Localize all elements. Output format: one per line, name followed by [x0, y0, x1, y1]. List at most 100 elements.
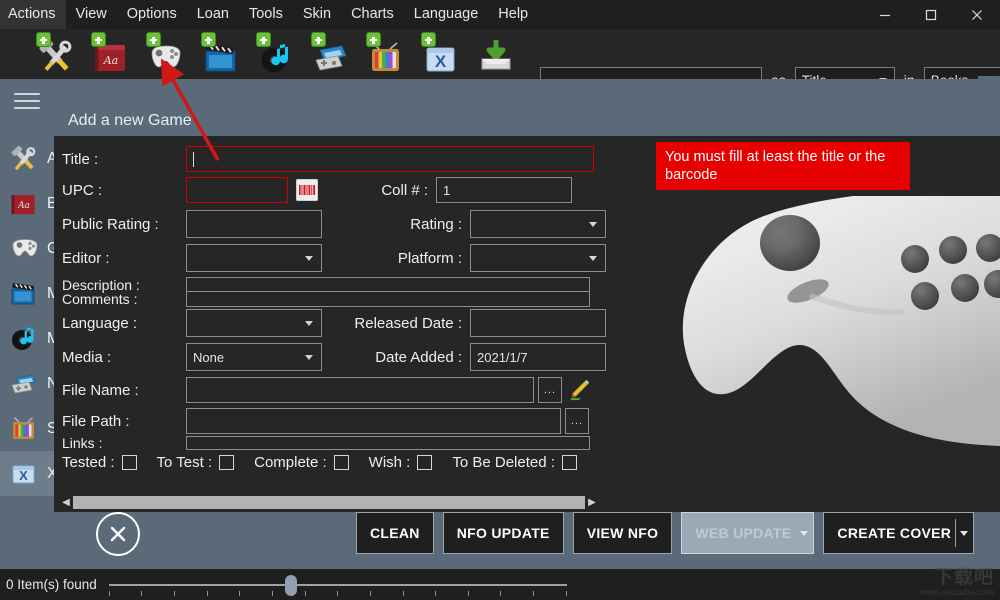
menu-item-view[interactable]: View — [66, 0, 117, 29]
chevron-down-icon — [960, 531, 969, 536]
toolbar-add-music-button[interactable] — [254, 31, 298, 75]
view-nfo-button[interactable]: VIEW NFO — [572, 512, 673, 554]
platform-dropdown[interactable] — [470, 244, 606, 272]
editor-dropdown[interactable] — [186, 244, 322, 272]
file-path-label: File Path : — [62, 412, 130, 430]
checkbox-to-be-deleted[interactable]: To Be Deleted : — [452, 454, 577, 471]
scroll-right-icon[interactable]: ▶ — [585, 495, 599, 510]
dialog-body: Title : UPC : Coll #: 1 Public Rating:… — [54, 136, 1000, 512]
toolbar-add-movie-button[interactable] — [199, 31, 243, 75]
toolbar-icon-group: Aa X — [34, 31, 518, 75]
close-circle-icon — [110, 526, 126, 542]
minimize-button[interactable] — [862, 0, 908, 29]
file-path-input[interactable] — [186, 408, 561, 434]
create-cover-button[interactable]: CREATE COVER — [823, 512, 975, 554]
flags-row: Tested : To Test : Complete : Wish : To … — [62, 454, 577, 471]
checkbox-label: To Test : — [156, 454, 213, 471]
checkbox-box[interactable] — [219, 455, 235, 470]
plus-badge-icon — [421, 32, 436, 47]
file-name-browse-button[interactable]: ... — [538, 377, 562, 403]
menu-item-language[interactable]: Language — [404, 0, 489, 29]
rating-dropdown[interactable] — [470, 210, 606, 238]
checkbox-box[interactable] — [121, 455, 137, 470]
slider-thumb[interactable] — [284, 574, 297, 596]
clean-button[interactable]: CLEAN — [356, 512, 434, 554]
application-window: Actions View Options Loan Tools Skin Cha… — [0, 0, 1000, 600]
toolbar-import-button[interactable] — [474, 31, 518, 75]
toolbar-add-xrecord-button[interactable]: X — [419, 31, 463, 75]
comments-input[interactable] — [186, 291, 590, 307]
form-horizontal-scrollbar[interactable]: ◀ ▶ — [59, 495, 599, 510]
plus-badge-icon — [366, 32, 381, 47]
toolbar-add-serie-button[interactable] — [364, 31, 408, 75]
plus-badge-icon — [201, 32, 216, 47]
menu-item-tools[interactable]: Tools — [239, 0, 293, 29]
zoom-slider[interactable] — [108, 574, 567, 596]
menu-item-skin[interactable]: Skin — [293, 0, 341, 29]
toolbar-add-tools-button[interactable] — [34, 31, 78, 75]
menu-item-actions[interactable]: Actions — [0, 0, 66, 29]
toolbar-add-book-button[interactable]: Aa — [89, 31, 133, 75]
x-folder-icon: X — [9, 459, 39, 489]
public-rating-input[interactable] — [186, 210, 322, 238]
toolbar-add-game-button[interactable] — [144, 31, 188, 75]
pencil-icon[interactable] — [569, 379, 591, 401]
media-dropdown[interactable]: None — [186, 343, 322, 371]
dialog-close-button[interactable] — [96, 512, 140, 556]
checkbox-complete[interactable]: Complete : — [254, 454, 349, 471]
checkbox-to-test[interactable]: To Test : — [157, 454, 235, 471]
language-dropdown[interactable] — [186, 309, 322, 337]
svg-text:X: X — [435, 52, 447, 71]
menu-item-charts[interactable]: Charts — [341, 0, 404, 29]
menu-bar: Actions View Options Loan Tools Skin Cha… — [0, 0, 1000, 29]
checkbox-tested[interactable]: Tested : — [62, 454, 137, 471]
plus-badge-icon — [91, 32, 106, 47]
scroll-left-icon[interactable]: ◀ — [59, 495, 73, 510]
menu-item-loan[interactable]: Loan — [187, 0, 239, 29]
upc-input[interactable] — [186, 177, 288, 203]
coll-number-input[interactable]: 1 — [436, 177, 572, 203]
slider-ticks — [108, 590, 567, 596]
released-date-label: Released Date : — [354, 314, 462, 332]
svg-text:Aa: Aa — [103, 54, 119, 67]
toolbar: Aa X — [0, 29, 1000, 93]
maximize-icon — [925, 9, 937, 20]
date-added-input[interactable]: 2021/1/7 — [470, 343, 606, 371]
links-input[interactable] — [186, 436, 590, 450]
close-button[interactable] — [954, 0, 1000, 29]
checkbox-box[interactable] — [561, 455, 577, 470]
svg-text:X: X — [19, 468, 28, 483]
scrollbar-thumb[interactable] — [73, 496, 585, 509]
hamburger-icon[interactable] — [14, 93, 40, 111]
coll-number-value: 1 — [443, 182, 451, 198]
media-value: None — [193, 349, 225, 365]
checkbox-box[interactable] — [417, 455, 433, 470]
file-name-input[interactable] — [186, 377, 534, 403]
add-game-dialog: Add a new Game Title: UPC: Coll #: 1 … — [54, 100, 1000, 556]
checkbox-wish[interactable]: Wish : — [369, 454, 433, 471]
media-label: Media : — [62, 348, 112, 366]
checkbox-label: Complete : — [254, 454, 327, 471]
plus-badge-icon — [146, 32, 161, 47]
title-input[interactable] — [186, 146, 594, 172]
slider-track[interactable] — [108, 583, 567, 586]
language-label: Language : — [62, 314, 138, 332]
barcode-icon[interactable] — [296, 179, 318, 201]
chevron-down-icon — [305, 355, 313, 360]
menu-item-help[interactable]: Help — [488, 0, 538, 29]
toolbar-add-console-button[interactable] — [309, 31, 353, 75]
title-label: Title : — [62, 150, 99, 168]
checkbox-box[interactable] — [333, 455, 349, 470]
web-update-label: WEB UPDATE — [695, 525, 792, 541]
maximize-button[interactable] — [908, 0, 954, 29]
platform-label: Platform : — [397, 249, 462, 267]
gamepad-watermark-image — [682, 196, 1000, 446]
close-icon — [972, 9, 982, 20]
gamepad-icon — [9, 234, 39, 264]
menu-item-options[interactable]: Options — [117, 0, 187, 29]
file-path-browse-button[interactable]: ... — [565, 408, 589, 434]
checkbox-label: To Be Deleted : — [452, 454, 555, 471]
nfo-update-button[interactable]: NFO UPDATE — [442, 512, 564, 554]
released-date-input[interactable] — [470, 309, 606, 337]
scrollbar-track[interactable] — [73, 496, 585, 509]
